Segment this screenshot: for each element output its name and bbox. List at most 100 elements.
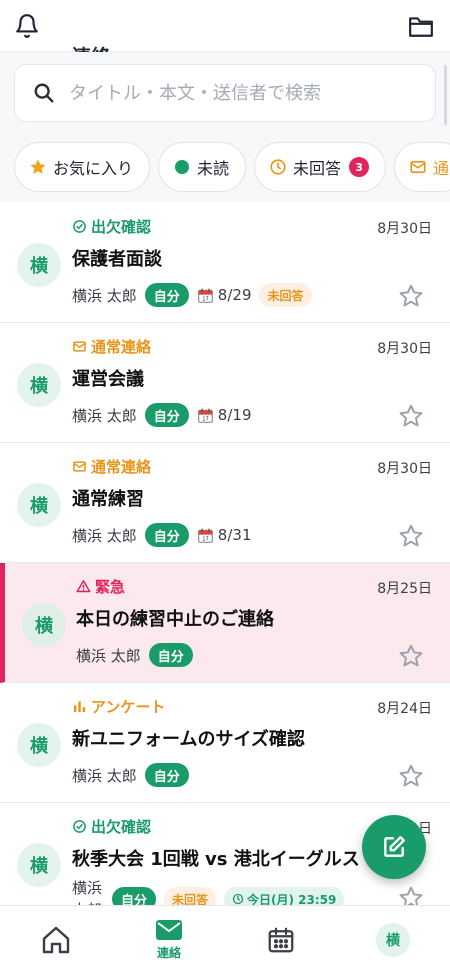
mail-icon [409,158,427,176]
category-label: 通常連絡 [72,336,151,357]
filter-unanswered[interactable]: 未回答 3 [254,142,387,192]
svg-text:17: 17 [202,536,208,542]
star-icon [29,158,47,176]
message-date: 8月30日 [377,461,432,477]
message-item-urgent[interactable]: 横 緊急 8月25日 本日の練習中止のご連絡 横浜 太郎 自分 [0,563,450,683]
message-title: 本日の練習中止のご連絡 [76,609,274,630]
category-text: 緊急 [95,578,126,596]
deadline: 17 8/31 [197,526,252,544]
calendar-icon: 17 [197,408,213,423]
unanswered-count-badge: 3 [349,157,370,177]
search-box[interactable] [14,64,436,122]
category-text: 出欠確認 [91,818,152,836]
avatar: 横 [17,723,61,767]
nav-contact[interactable]: 連絡 [134,906,204,972]
calendar-icon [268,927,294,952]
message-title: 運営会議 [72,369,144,390]
deadline-date: 8/19 [217,406,252,424]
favorite-star-icon[interactable] [398,643,424,669]
deadline: 17 8/19 [197,406,252,424]
calendar-icon: 17 [197,288,213,303]
search-icon [34,83,54,103]
category-text: アンケート [91,698,166,716]
category-text: 出欠確認 [91,218,152,236]
message-item[interactable]: 横 出欠確認 8月30日 保護者面談 横浜 太郎 自分 17 8/29 未回答 [0,203,450,323]
svg-text:17: 17 [202,296,208,302]
deadline-date: 8/31 [217,526,252,544]
message-item[interactable]: 横 通常連絡 8月30日 通常練習 横浜 太郎 自分 17 8/31 [0,443,450,563]
self-badge: 自分 [148,643,193,667]
filter-label: お気に入り [53,159,134,178]
message-meta: 横浜 太郎 自分 17 8/29 未回答 [72,283,312,307]
avatar: 横 [17,843,61,887]
check-circle-icon [73,820,86,833]
filter-favorites[interactable]: お気に入り [14,142,151,192]
sender-name: 横浜 太郎 [72,766,137,785]
self-badge: 自分 [144,523,189,547]
scrollbar[interactable] [444,65,447,125]
unanswered-badge: 未回答 [259,283,312,307]
mail-icon [73,341,86,352]
deadline: 17 8/29 [197,286,252,304]
message-item[interactable]: 横 通常連絡 8月30日 運営会議 横浜 太郎 自分 17 8/19 [0,323,450,443]
category-label: 通常連絡 [72,456,151,477]
message-title: 通常練習 [72,489,144,510]
message-date: 8月30日 [377,341,432,357]
message-date: 8月25日 [377,581,432,597]
message-list: 横 出欠確認 8月30日 保護者面談 横浜 太郎 自分 17 8/29 未回答 … [0,203,450,911]
category-label: アンケート [72,696,165,717]
mail-icon [73,461,86,472]
filter-normal[interactable]: 通 [394,142,450,192]
self-badge: 自分 [144,763,189,787]
dot-icon [173,158,191,176]
nav-calendar[interactable] [246,906,316,972]
compose-button[interactable] [362,815,426,879]
sender-name: 横浜 太郎 [72,526,137,545]
favorite-star-icon[interactable] [398,403,424,429]
message-item[interactable]: 横 アンケート 8月24日 新ユニフォームのサイズ確認 横浜 太郎 自分 [0,683,450,803]
message-date: 8月24日 [377,701,432,717]
favorite-star-icon[interactable] [398,283,424,309]
search-area: お気に入り 未読 未回答 3 通 [0,52,450,202]
sender-name: 横浜 太郎 [72,406,137,425]
avatar: 横 [17,243,61,287]
filter-unread[interactable]: 未読 [158,142,247,192]
message-meta: 横浜 太郎 自分 17 8/19 [72,403,251,427]
filter-chips: お気に入り 未読 未回答 3 通 [14,142,450,192]
category-text: 通常連絡 [91,458,152,476]
avatar: 横 [376,922,410,957]
svg-text:17: 17 [202,416,208,422]
app-header: 連絡 [0,0,450,68]
nav-home[interactable] [21,906,91,972]
avatar: 横 [17,483,61,527]
deadline-date: 8/29 [217,286,252,304]
bar-chart-icon [73,701,86,713]
avatar: 横 [22,603,66,647]
bell-icon[interactable] [14,13,40,39]
category-label: 緊急 [76,576,125,597]
home-icon [42,926,70,953]
message-title: 保護者面談 [72,249,162,270]
filter-label: 未読 [197,159,230,178]
avatar: 横 [17,363,61,407]
mail-icon [156,920,182,940]
search-input[interactable] [69,82,409,104]
nav-contact-label: 連絡 [156,946,181,960]
self-badge: 自分 [144,403,189,427]
bottom-nav: 連絡 横 [0,905,450,972]
filter-label: 未回答 [293,159,342,178]
filter-label: 通 [433,159,450,178]
message-title: 新ユニフォームのサイズ確認 [72,729,305,750]
category-label: 出欠確認 [72,216,151,237]
favorite-star-icon[interactable] [398,763,424,789]
folder-icon[interactable] [408,14,434,38]
clock-icon [232,893,244,905]
clock-icon [269,158,287,176]
category-label: 出欠確認 [72,816,151,837]
message-title: 秋季大会 1回戦 vs 港北イーグルス [72,849,360,870]
favorite-star-icon[interactable] [398,523,424,549]
self-badge: 自分 [144,283,189,307]
warning-icon [76,580,91,593]
nav-profile[interactable]: 横 [358,906,428,972]
message-meta: 横浜 太郎 自分 [76,643,193,667]
